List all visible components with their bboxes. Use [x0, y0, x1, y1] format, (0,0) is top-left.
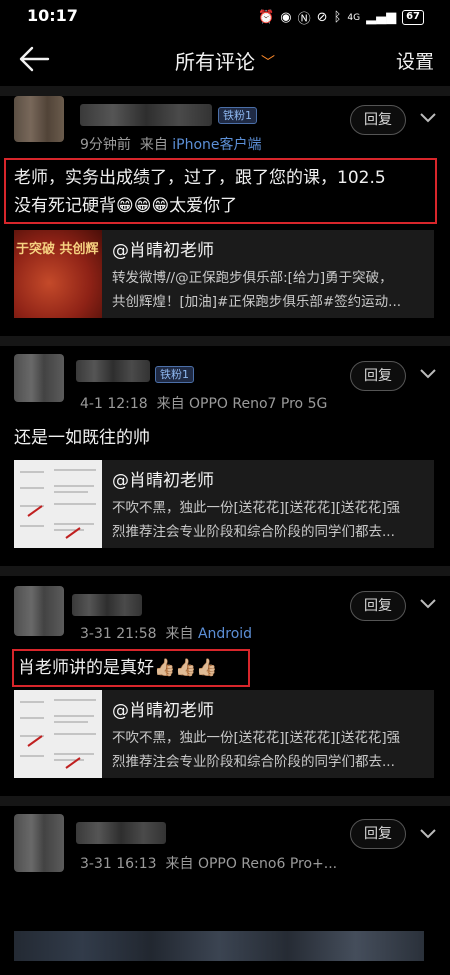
- card-thumbnail: [14, 460, 102, 548]
- divider: [0, 566, 450, 576]
- repost-card[interactable]: @肖晴初老师 不吹不黑，独此一份[送花花][送花花][送花花]强 烈推荐注会专业…: [14, 460, 434, 548]
- top-bar: 所有评论 ﹀ 设置: [0, 34, 450, 86]
- comment-text: 还是一如既往的帅: [14, 424, 150, 452]
- comment-meta: 9分钟前 来自 iPhone客户端: [80, 134, 262, 154]
- battery-icon: 67: [402, 10, 424, 25]
- divider: [0, 336, 450, 346]
- reply-button[interactable]: 回复: [350, 361, 406, 391]
- settings-button[interactable]: 设置: [396, 47, 434, 74]
- thumbnail-caption: 于突破 共创辉: [16, 242, 99, 257]
- comment-text-line: 还是一如既往的帅: [14, 428, 150, 448]
- signal-icon: ▂▄▆: [366, 10, 397, 25]
- comment-time: 4-1 12:18: [80, 396, 148, 412]
- divider: [0, 86, 450, 96]
- card-desc-line: 不吹不黑，独此一份[送花花][送花花][送花花]强: [112, 730, 401, 746]
- comment-filter-dropdown[interactable]: 所有评论 ﹀: [0, 46, 450, 75]
- comment-text-line: 肖老师讲的是真好👍🏼👍🏼👍🏼: [18, 658, 218, 678]
- chevron-down-icon[interactable]: [418, 826, 438, 842]
- comment-meta: 4-1 12:18 来自 OPPO Reno7 Pro 5G: [80, 393, 327, 413]
- status-icons: ⏰ ◉ Ⓝ ⊘ ᛒ 4G ▂▄▆ 67: [258, 8, 424, 27]
- comment-time: 3-31 16:13: [80, 856, 157, 872]
- document-thumbnail-icon: [14, 460, 102, 548]
- fan-badge: 铁粉1: [218, 107, 257, 124]
- card-description: 不吹不黑，独此一份[送花花][送花花][送花花]强 烈推荐注会专业阶段和综合阶段…: [112, 496, 430, 544]
- reply-button[interactable]: 回复: [350, 591, 406, 621]
- username[interactable]: [72, 594, 142, 616]
- status-bar: 10:17 ⏰ ◉ Ⓝ ⊘ ᛒ 4G ▂▄▆ 67: [0, 0, 450, 34]
- repost-card[interactable]: @肖晴初老师 不吹不黑，独此一份[送花花][送花花][送花花]强 烈推荐注会专业…: [14, 690, 434, 778]
- from-label: 来自: [165, 856, 194, 872]
- avatar[interactable]: [14, 354, 64, 402]
- comment-text-line: 老师，实务出成绩了，过了，跟了您的课，102.5: [14, 168, 386, 188]
- card-thumbnail: [14, 690, 102, 778]
- comment-item: 3-31 21:58 来自 Android 回复 肖老师讲的是真好👍🏼👍🏼👍🏼: [0, 576, 450, 796]
- username[interactable]: [76, 360, 150, 382]
- bluetooth-icon: ᛒ: [333, 10, 342, 25]
- mute-icon: ⊘: [316, 10, 328, 25]
- card-description: 不吹不黑，独此一份[送花花][送花花][送花花]强 烈推荐注会专业阶段和综合阶段…: [112, 726, 430, 774]
- avatar[interactable]: [14, 814, 64, 872]
- chevron-down-icon: ﹀: [261, 55, 275, 71]
- reply-button[interactable]: 回复: [350, 819, 406, 849]
- network-label: 4G: [347, 12, 361, 23]
- fan-badge: 铁粉1: [155, 366, 194, 383]
- card-desc-line: 烈推荐注会专业阶段和综合阶段的同学们都去...: [112, 524, 395, 540]
- repost-card[interactable]: 于突破 共创辉 @肖晴初老师 转发微博//@正保跑步俱乐部:[给力]勇于突破， …: [14, 230, 434, 318]
- comment-text: 老师，实务出成绩了，过了，跟了您的课，102.5 没有死记硬背😁😁😁太爱你了: [14, 164, 386, 220]
- reply-button[interactable]: 回复: [350, 105, 406, 135]
- comment-time: 9分钟前: [80, 137, 131, 153]
- source-link[interactable]: iPhone客户端: [172, 137, 261, 153]
- from-label: 来自: [156, 396, 185, 412]
- comment-item: 铁粉1 9分钟前 来自 iPhone客户端 回复 老师，实务出成绩了，过了，跟了…: [0, 96, 450, 336]
- source-link[interactable]: OPPO Reno6 Pro+...: [198, 856, 337, 872]
- source-link[interactable]: Android: [198, 626, 252, 642]
- eye-icon: ◉: [280, 10, 292, 25]
- from-label: 来自: [139, 137, 168, 153]
- card-title: @肖晴初老师: [112, 241, 214, 261]
- chevron-down-icon[interactable]: [418, 596, 438, 612]
- card-desc-line: 共创辉煌！[加油]#正保跑步俱乐部#签约运动...: [112, 294, 402, 310]
- username[interactable]: [76, 822, 166, 844]
- card-desc-line: 烈推荐注会专业阶段和综合阶段的同学们都去...: [112, 754, 395, 770]
- comment-text-line: 没有死记硬背😁😁😁太爱你了: [14, 196, 238, 216]
- card-desc-line: 不吹不黑，独此一份[送花花][送花花][送花花]强: [112, 500, 401, 516]
- comment-text-obscured: [14, 931, 424, 961]
- comment-text: 肖老师讲的是真好👍🏼👍🏼👍🏼: [18, 654, 218, 682]
- card-thumbnail: 于突破 共创辉: [14, 230, 102, 318]
- page-title: 所有评论: [175, 50, 255, 74]
- source-link[interactable]: OPPO Reno7 Pro 5G: [189, 396, 327, 412]
- chevron-down-icon[interactable]: [418, 366, 438, 382]
- divider: [0, 796, 450, 806]
- from-label: 来自: [165, 626, 194, 642]
- card-title: @肖晴初老师: [112, 701, 214, 721]
- status-time: 10:17: [27, 6, 78, 25]
- avatar[interactable]: [14, 586, 64, 636]
- card-description: 转发微博//@正保跑步俱乐部:[给力]勇于突破， 共创辉煌！[加油]#正保跑步俱…: [112, 266, 430, 314]
- alarm-icon: ⏰: [258, 10, 275, 25]
- comment-time: 3-31 21:58: [80, 626, 157, 642]
- card-desc-line: 转发微博//@正保跑步俱乐部:[给力]勇于突破，: [112, 270, 393, 286]
- comment-meta: 3-31 21:58 来自 Android: [80, 623, 252, 643]
- avatar[interactable]: [14, 96, 64, 142]
- comment-item: 铁粉1 4-1 12:18 来自 OPPO Reno7 Pro 5G 回复 还是…: [0, 346, 450, 566]
- document-thumbnail-icon: [14, 690, 102, 778]
- card-title: @肖晴初老师: [112, 471, 214, 491]
- username[interactable]: [80, 104, 212, 126]
- chevron-down-icon[interactable]: [418, 110, 438, 126]
- nfc-icon: Ⓝ: [297, 12, 311, 27]
- comment-meta: 3-31 16:13 来自 OPPO Reno6 Pro+...: [80, 853, 337, 873]
